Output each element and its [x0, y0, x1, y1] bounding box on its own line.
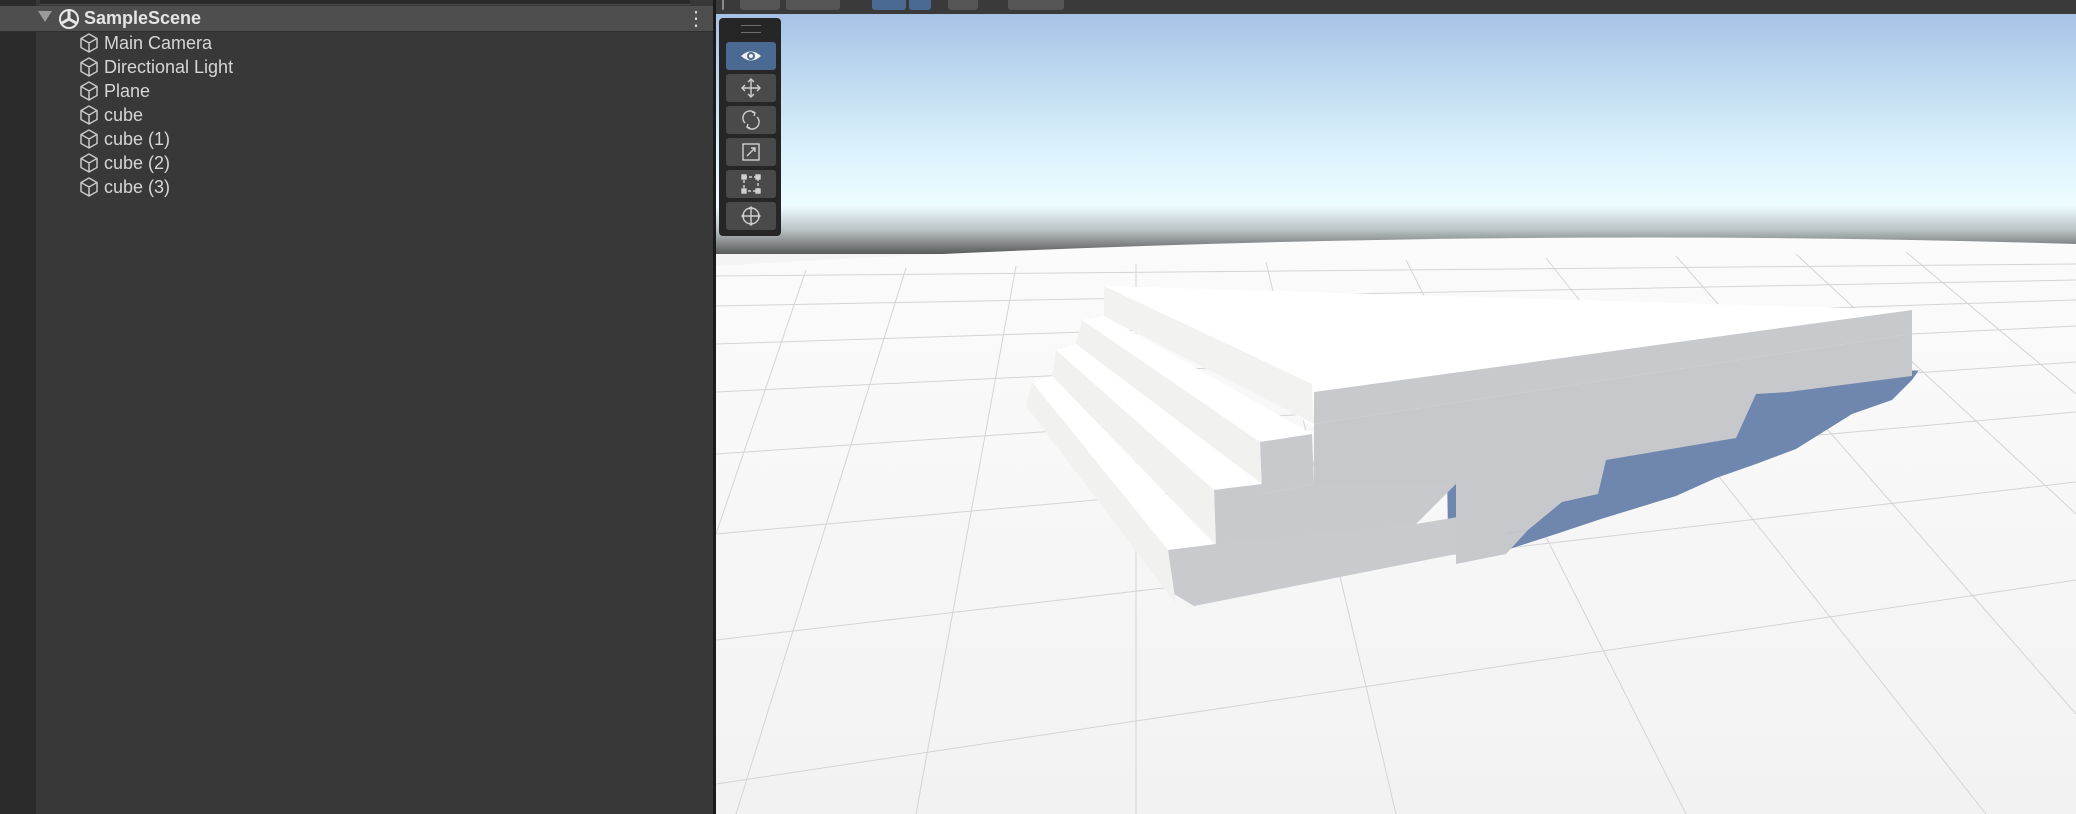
gameobject-cube-icon	[80, 81, 98, 101]
toolbar-button-active[interactable]	[872, 0, 906, 10]
rotate-icon	[742, 110, 760, 130]
toolbar-button[interactable]	[1008, 0, 1064, 10]
scene-name: SampleScene	[84, 8, 202, 28]
toolbar-separator	[722, 0, 724, 10]
scene-view[interactable]	[716, 0, 2076, 814]
hierarchy-item[interactable]: cube	[76, 103, 676, 127]
hierarchy-item-label: cube (2)	[104, 153, 171, 173]
rotate-tool-button[interactable]	[726, 106, 776, 134]
gameobject-cube-icon	[80, 33, 98, 53]
hierarchy-item-label: cube	[104, 105, 144, 125]
transform-tool-button[interactable]	[726, 202, 776, 230]
scene-header-row[interactable]: SampleScene ⋮	[0, 6, 713, 32]
hierarchy-item-label: cube (3)	[104, 177, 171, 197]
hierarchy-search-bar-edge	[40, 0, 690, 5]
gameobject-cube-icon	[80, 129, 98, 149]
toolbar-button-active[interactable]	[909, 0, 931, 10]
view-tool-button[interactable]	[726, 42, 776, 70]
scale-icon	[742, 143, 760, 161]
hierarchy-item-label: cube (1)	[104, 129, 171, 149]
hierarchy-item[interactable]: cube (2)	[76, 151, 676, 175]
hierarchy-item-label: Main Camera	[104, 33, 213, 53]
hierarchy-item[interactable]: Directional Light	[76, 55, 676, 79]
unity-scene-icon	[59, 9, 79, 29]
move-tool-button[interactable]	[726, 74, 776, 102]
toolbar-button[interactable]	[740, 0, 780, 10]
skybox	[716, 14, 2076, 254]
rect-tool-button[interactable]	[726, 170, 776, 198]
foldout-arrow-icon[interactable]	[38, 11, 52, 22]
eye-icon	[741, 51, 761, 61]
hierarchy-item[interactable]: Main Camera	[76, 31, 676, 55]
overlay-drag-handle[interactable]	[741, 25, 761, 33]
move-arrows-icon	[741, 78, 761, 98]
gameobject-cube-icon	[80, 153, 98, 173]
hierarchy-item[interactable]: cube (1)	[76, 127, 676, 151]
gameobject-cube-icon	[80, 105, 98, 125]
scene-tools-overlay	[719, 18, 781, 236]
hierarchy-item[interactable]: Plane	[76, 79, 676, 103]
kebab-menu-icon[interactable]: ⋮	[686, 9, 706, 29]
scene-viewport[interactable]	[716, 14, 2076, 814]
scene-toolbar	[716, 0, 2076, 15]
transform-icon	[741, 206, 761, 226]
gameobject-cube-icon	[80, 57, 98, 77]
hierarchy-gutter	[0, 0, 36, 814]
hierarchy-item[interactable]: cube (3)	[76, 175, 676, 199]
gameobject-cube-icon	[80, 177, 98, 197]
rect-transform-icon	[741, 174, 761, 194]
hierarchy-item-label: Plane	[104, 81, 151, 101]
toolbar-button[interactable]	[948, 0, 978, 10]
scale-tool-button[interactable]	[726, 138, 776, 166]
hierarchy-panel: SampleScene ⋮ Main Camera Directional Li…	[0, 0, 713, 814]
hierarchy-item-label: Directional Light	[104, 57, 234, 77]
toolbar-button[interactable]	[786, 0, 840, 10]
